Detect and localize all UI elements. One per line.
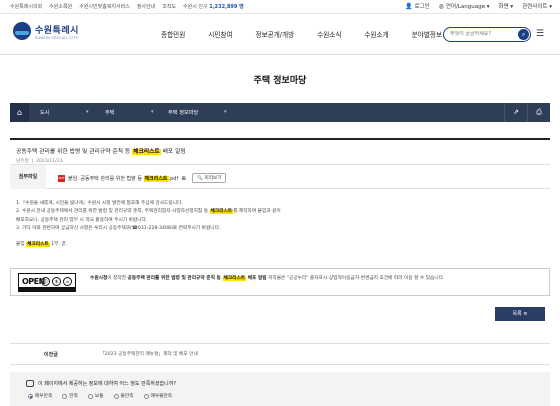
survey-option-very-dissatisfied[interactable]: 매우불만족 (143, 393, 172, 399)
nav-item-about[interactable]: 수원소개 (364, 29, 388, 39)
attachment-file: PDF 붙임. 공동주택 관리를 위한 법령 등 체크리스트.pdf ⊕ 🔍 미… (58, 173, 227, 183)
search-icon[interactable]: ⌕ (518, 29, 529, 40)
download-icon[interactable]: ⊕ (181, 175, 186, 182)
utility-link-council[interactable]: 수원특례시의회 (10, 3, 42, 10)
radio[interactable] (143, 393, 149, 399)
chat-icon (26, 380, 34, 387)
radio[interactable] (113, 393, 119, 399)
nav-item-civil-service[interactable]: 종합민원 (161, 29, 185, 39)
title-band: 주택 정보마당 (0, 56, 560, 102)
radio[interactable] (62, 393, 68, 399)
body-line-1: 1.『수원을 새롭게, 시민을 빛나게』수원시 시정 발전에 협조해 주심에 감… (16, 201, 183, 206)
article-date: 2023/11/23 (36, 159, 63, 164)
utility-actions: 👤 로그인 ◍ 언어/Language ▾ 화면 ▾ 관련사이트 ▾ (405, 2, 552, 10)
login-link[interactable]: 👤 로그인 (405, 2, 430, 10)
list-button[interactable]: 목록 ≡ (495, 307, 545, 321)
screen-size-control[interactable]: 화면 ▾ (499, 2, 514, 10)
utility-link-guide[interactable]: 정사안내 (137, 3, 155, 10)
user-icon: 👤 (404, 3, 413, 10)
nav-item-by-field[interactable]: 분야별정보 (412, 29, 442, 39)
breadcrumb-item-housing[interactable]: 주택 ▾ (105, 109, 154, 116)
open-license-box: OPEN ⓘ $ = 수원시청이 창작한 공동주택 관리를 위한 법령 및 관리규약… (10, 268, 550, 296)
body-line-2: 2. 수원시 관내 공동주택에서 관리를 위한 법령 및 관리규약 준칙, 주택… (16, 209, 281, 215)
related-sites-select[interactable]: 관련사이트 ▾ (522, 2, 552, 10)
hamburger-menu-icon[interactable]: ☰ (536, 29, 544, 39)
print-icon[interactable]: ⎙ (527, 103, 550, 122)
main-nav: 종합민원 시민참여 정보공개/개방 수원소식 수원소개 분야별정보 (161, 29, 442, 39)
globe-icon: ◍ (438, 3, 444, 10)
logo-emblem-icon (13, 22, 31, 40)
body-attachment-line: 붙임 체크리스트 1부. 끝. (16, 242, 68, 248)
body-line-3: 배포하오니, 공동주택 관리 업무 시 적극 활용하여 주시기 바랍니다. (16, 217, 148, 223)
header: 수원특례시 SUWON SPECIAL CITY 종합민원 시민참여 정보공개/… (0, 15, 560, 55)
utility-link-org-chart[interactable]: 조직도 (162, 3, 176, 10)
survey-option-very-satisfied[interactable]: 매우만족 (28, 393, 52, 399)
radio[interactable] (87, 393, 93, 399)
nav-item-participation[interactable]: 시민참여 (208, 29, 232, 39)
body-line-4: 3. 기타 이와 관련하여 궁금하신 사항은 우리시 공동주택과(☎031-22… (16, 225, 221, 231)
population-label: 수원시 인구 1,232,899 명 (183, 4, 244, 10)
prev-post-label: 이전글 (44, 352, 58, 358)
utility-link-welfare[interactable]: 수원시민맞춤복지서비스 (79, 3, 130, 10)
article-header: 공동주택 관리를 위한 법령 및 관리규약 준칙 등 체크리스트 배포 알림 남… (10, 138, 550, 165)
utility-links: 수원특례시의회 수원소록원 수원시민맞춤복지서비스 정사안내 조직도 수원시 인… (10, 3, 244, 10)
open-license-badge-icon: OPEN ⓘ $ = (18, 273, 76, 292)
breadcrumb-item-city[interactable]: 도시 ▾ (40, 109, 89, 116)
search-input[interactable] (450, 31, 510, 37)
nav-item-open-info[interactable]: 정보공개/개방 (256, 29, 295, 39)
utility-bar: 수원특례시의회 수원소록원 수원시민맞춤복지서비스 정사안내 조직도 수원시 인… (0, 0, 560, 14)
prev-post-row: 이전글 「2023 공동주택관리 매뉴얼」제작 및 배포 안내 (10, 343, 550, 365)
attachment-label: 첨부파일 (10, 165, 46, 189)
language-select[interactable]: ◍ 언어/Language ▾ (439, 2, 490, 10)
logo-name: 수원특례시 (35, 25, 79, 36)
search-box: ⌕ (443, 27, 531, 42)
survey-option-neutral[interactable]: 보통 (87, 393, 104, 399)
chevron-down-icon: ▾ (224, 109, 227, 115)
breadcrumb-item-housing-info[interactable]: 주택 정보마당 ▾ (168, 109, 227, 116)
chevron-down-icon: ▾ (151, 109, 154, 115)
logo-subtitle: SUWON SPECIAL CITY (35, 35, 79, 40)
home-icon[interactable]: ⌂ (10, 103, 29, 122)
attachment-row: 첨부파일 PDF 붙임. 공동주택 관리를 위한 법령 등 체크리스트.pdf … (10, 165, 550, 189)
survey-option-satisfied[interactable]: 만족 (62, 393, 78, 399)
survey-option-dissatisfied[interactable]: 불만족 (113, 393, 134, 399)
breadcrumb-tools: ⇗ ⎙ (504, 103, 550, 122)
page-title: 주택 정보마당 (253, 76, 307, 86)
survey-options: 매우만족 만족 보통 불만족 매우불만족 (28, 393, 172, 399)
radio-selected[interactable] (28, 393, 33, 399)
chevron-down-icon: ▾ (86, 109, 89, 115)
population-value: 1,232,899 명 (209, 4, 244, 10)
article-author: 남유정 (16, 159, 29, 164)
open-license-text: 수원시청이 창작한 공동주택 관리를 위한 법령 및 관리규약 준칙 등 체크리… (90, 276, 445, 281)
prev-post-title[interactable]: 「2023 공동주택관리 매뉴얼」제작 및 배포 안내 (100, 351, 198, 357)
pdf-icon: PDF (58, 174, 65, 182)
utility-link-crematorium[interactable]: 수원소록원 (49, 3, 72, 10)
satisfaction-survey: 이 페이지에서 제공하는 정보에 대하여 어느 정도 만족하셨습니까? 매우만족… (10, 372, 550, 406)
breadcrumb: ⌂ 도시 ▾ 주택 ▾ 주택 정보마당 ▾ ⇗ ⎙ (10, 103, 550, 122)
survey-question: 이 페이지에서 제공하는 정보에 대하여 어느 정도 만족하셨습니까? (26, 380, 176, 387)
share-icon[interactable]: ⇗ (504, 103, 527, 122)
article-meta: 남유정 | 2023/11/23 (16, 159, 63, 164)
preview-button[interactable]: 🔍 미리보기 (192, 173, 227, 183)
article-title: 공동주택 관리를 위한 법령 및 관리규약 준칙 등 체크리스트 배포 알림 (16, 149, 186, 155)
logo[interactable]: 수원특례시 SUWON SPECIAL CITY (13, 22, 79, 40)
attachment-filename[interactable]: 붙임. 공동주택 관리를 위한 법령 등 체크리스트.pdf (68, 175, 178, 182)
nav-item-news[interactable]: 수원소식 (317, 29, 341, 39)
